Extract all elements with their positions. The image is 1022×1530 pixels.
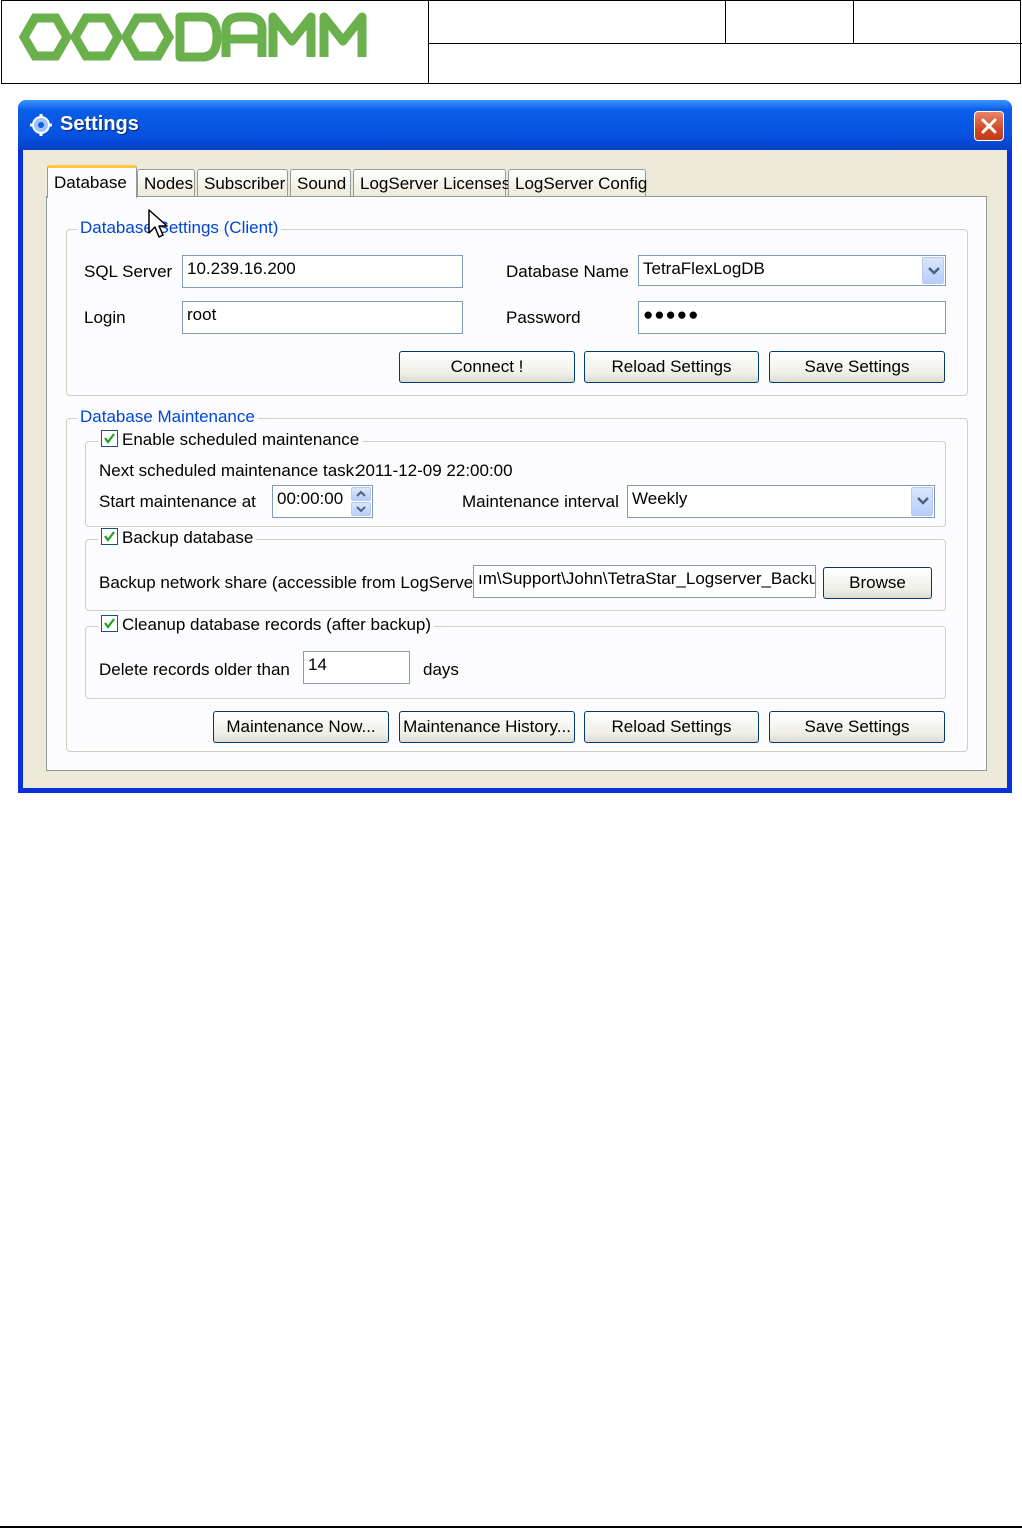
header-cell [428, 44, 1022, 83]
reload-settings-button[interactable]: Reload Settings [584, 351, 759, 383]
delete-days-input[interactable]: 14 [303, 651, 410, 684]
maintenance-history-button[interactable]: Maintenance History... [399, 711, 575, 743]
scheduled-maintenance-legend: Enable scheduled maintenance [98, 430, 363, 450]
close-button[interactable] [974, 111, 1004, 141]
title-bar[interactable]: Settings [18, 100, 1012, 150]
maintenance-interval-value: Weekly [632, 489, 688, 508]
maintenance-save-settings-button[interactable]: Save Settings [769, 711, 945, 743]
chevron-up-icon [356, 490, 366, 497]
start-maintenance-time-value: 00:00:00 [277, 489, 344, 508]
chevron-down-icon [928, 267, 940, 275]
database-maintenance-legend: Database Maintenance [77, 407, 258, 427]
maintenance-now-button[interactable]: Maintenance Now... [213, 711, 389, 743]
damm-logo [18, 12, 367, 62]
database-name-dropdown-button[interactable] [922, 257, 944, 284]
backup-share-label: Backup network share (accessible from Lo… [99, 573, 485, 592]
maintenance-interval-dropdown-button[interactable] [911, 487, 933, 516]
cleanup-label: Cleanup database records (after backup) [122, 615, 432, 634]
logo-cell [2, 1, 429, 83]
settings-window: Settings Database Nodes Subscriber Sound… [18, 100, 1012, 793]
close-icon [981, 118, 997, 134]
cleanup-group: Cleanup database records (after backup) … [85, 615, 946, 699]
delete-records-label: Delete records older than [99, 660, 290, 679]
document-header [1, 0, 1022, 84]
save-settings-button[interactable]: Save Settings [769, 351, 945, 383]
tab-logserver-config[interactable]: LogServer Config [508, 169, 647, 197]
database-name-combobox[interactable]: TetraFlexLogDB [638, 255, 946, 286]
tab-logserver-licenses[interactable]: LogServer Licenses [353, 169, 510, 197]
enable-scheduled-maintenance-checkbox[interactable] [101, 430, 118, 447]
next-maintenance-value: 2011-12-09 22:00:00 [356, 461, 513, 480]
database-name-label: Database Name [506, 262, 629, 281]
checkmark-icon [104, 531, 115, 542]
maintenance-interval-label: Maintenance interval [462, 492, 619, 511]
database-settings-legend: Database Settings (Client) [77, 218, 282, 238]
checkmark-icon [104, 433, 115, 444]
maintenance-reload-settings-button[interactable]: Reload Settings [584, 711, 759, 743]
days-label: days [423, 660, 459, 679]
database-name-value: TetraFlexLogDB [643, 259, 765, 278]
next-maintenance-label: Next scheduled maintenance task: [99, 461, 359, 480]
mouse-cursor-icon [148, 209, 168, 238]
settings-gear-icon [30, 114, 52, 136]
database-maintenance-group: Database Maintenance Enable scheduled ma… [66, 407, 968, 752]
time-spinner[interactable] [351, 487, 371, 516]
maintenance-interval-combobox[interactable]: Weekly [627, 485, 935, 518]
database-settings-group: Database Settings (Client) SQL Server 10… [66, 218, 968, 396]
spinner-up-button[interactable] [351, 487, 371, 501]
sql-server-label: SQL Server [84, 262, 173, 281]
enable-scheduled-maintenance-label: Enable scheduled maintenance [122, 430, 360, 449]
chevron-down-icon [356, 506, 366, 513]
browse-button[interactable]: Browse [823, 567, 932, 599]
tab-sound[interactable]: Sound [290, 169, 351, 197]
start-maintenance-time-input[interactable]: 00:00:00 [272, 485, 373, 518]
footer-divider [0, 1526, 1022, 1528]
connect-button[interactable]: Connect ! [399, 351, 575, 383]
backup-share-input[interactable]: ım\Support\John\TetraStar_Logserver_Back… [473, 565, 816, 598]
login-input[interactable]: root [182, 301, 463, 334]
checkmark-icon [104, 618, 115, 629]
login-label: Login [84, 308, 126, 327]
backup-database-legend: Backup database [98, 528, 257, 548]
window-title: Settings [60, 113, 139, 135]
tab-nodes[interactable]: Nodes [137, 169, 195, 197]
sql-server-input[interactable]: 10.239.16.200 [182, 255, 463, 288]
database-tab-panel: Database Settings (Client) SQL Server 10… [46, 196, 987, 771]
header-cell [853, 1, 1022, 44]
backup-database-group: Backup database Backup network share (ac… [85, 528, 946, 611]
backup-database-checkbox[interactable] [101, 528, 118, 545]
tab-database[interactable]: Database [47, 165, 137, 198]
cleanup-legend: Cleanup database records (after backup) [98, 615, 435, 635]
scheduled-maintenance-group: Enable scheduled maintenance Next schedu… [85, 430, 946, 527]
password-label: Password [506, 308, 581, 327]
header-cell [428, 1, 726, 44]
window-client-area: Database Nodes Subscriber Sound LogServe… [23, 150, 1007, 788]
tab-subscriber[interactable]: Subscriber [197, 169, 288, 197]
header-cell [725, 1, 854, 44]
backup-database-label: Backup database [122, 528, 254, 547]
spinner-down-button[interactable] [351, 502, 371, 516]
cleanup-checkbox[interactable] [101, 615, 118, 632]
chevron-down-icon [917, 497, 929, 505]
start-maintenance-label: Start maintenance at [99, 492, 256, 511]
password-input[interactable]: ●●●●● [638, 301, 946, 334]
